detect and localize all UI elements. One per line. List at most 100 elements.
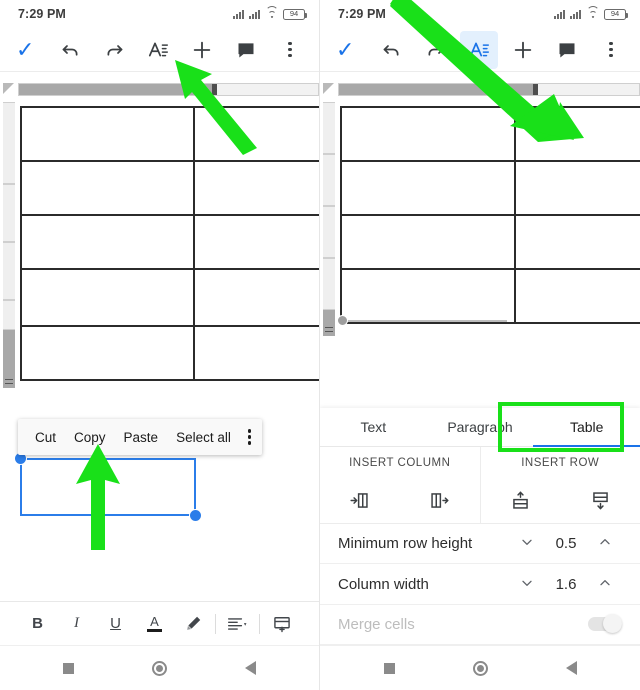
ruler-segment [3,300,15,330]
table-row[interactable] [340,162,640,214]
table-sheet[interactable] [18,98,319,518]
horizontal-ruler[interactable] [18,82,319,96]
comment-button[interactable] [548,31,586,69]
minimum-row-height-label: Minimum row height [338,535,473,553]
insert-column-left-icon [350,493,369,508]
tab-table[interactable]: Table [533,408,640,448]
context-menu-item-select-all[interactable]: Select all [167,430,240,445]
accept-button[interactable]: ✓ [16,36,51,62]
format-panel-tabs: Text Paragraph Table [320,408,640,448]
document-canvas[interactable]: Cut Copy Paste Select all [0,80,319,535]
table-row[interactable] [340,108,640,160]
context-menu-item-cut[interactable]: Cut [26,430,65,445]
ruler-marker[interactable] [532,83,538,95]
ruler-segment [323,258,335,310]
highlight-button[interactable] [174,604,213,644]
underline-button[interactable]: U [96,604,135,644]
android-nav-bar [320,645,640,690]
ruler-fill [339,83,537,95]
table-column-border [193,270,196,325]
underline-icon: U [110,615,121,632]
bold-button[interactable]: B [18,604,57,644]
context-menu[interactable]: Cut Copy Paste Select all [18,419,263,455]
vertical-ruler[interactable] [320,98,338,398]
document-body [0,98,319,518]
overflow-menu-button[interactable] [592,31,630,69]
selection-handle-end[interactable] [189,509,202,522]
redo-button[interactable] [416,31,454,69]
table-row[interactable] [20,270,319,325]
battery-level: 94 [610,9,620,19]
align-button[interactable] [218,604,257,644]
table-column-border [193,327,196,379]
add-button[interactable] [183,31,221,69]
toolbar-divider [259,613,260,634]
ruler-grip[interactable] [3,330,15,388]
chevron-up-icon [600,539,610,545]
insert-row-below-button[interactable] [560,490,640,511]
text-cursor-handle[interactable] [337,315,348,326]
insert-column-left-button[interactable] [320,490,400,511]
column-width-row: Column width 1.6 [320,564,640,605]
insert-row-above-icon [513,491,528,509]
ruler-segment [323,154,335,206]
add-button[interactable] [504,31,542,69]
ruler-marker[interactable] [211,83,217,95]
table-row-border [340,322,640,324]
text-color-button[interactable]: A [135,604,174,644]
tab-paragraph[interactable]: Paragraph [427,408,534,446]
undo-button[interactable] [372,31,410,69]
table-row[interactable] [20,216,319,268]
selected-table-cell[interactable] [20,458,196,516]
comment-button[interactable] [227,31,265,69]
table-column-border [340,162,342,214]
checkmark-icon: ✓ [16,36,35,62]
ruler-corner-icon [320,81,338,97]
status-time: 7:29 PM [338,7,386,21]
table-row[interactable] [20,327,319,379]
format-text-button[interactable] [460,30,498,69]
format-text-button[interactable] [139,31,177,69]
undo-button[interactable] [51,31,89,69]
document-table[interactable] [340,106,640,324]
back-triangle-icon[interactable] [245,661,256,675]
context-menu-item-paste[interactable]: Paste [115,430,168,445]
table-row[interactable] [20,108,319,160]
context-menu-item-copy[interactable]: Copy [65,430,115,445]
insert-column-right-button[interactable] [400,490,480,511]
right-screen: 7:29 PM 94 ✓ Text Paragraph Table INSERT… [320,0,640,690]
minimum-row-height-decrease-button[interactable] [510,534,544,553]
context-menu-overflow-icon[interactable] [247,429,252,445]
overflow-menu-button[interactable] [271,31,309,69]
recents-square-icon[interactable] [63,662,74,674]
home-circle-icon[interactable] [472,660,488,676]
table-column-border [193,108,196,160]
status-time: 7:29 PM [18,7,66,21]
column-width-increase-button[interactable] [588,575,622,594]
document-canvas[interactable] [320,80,640,415]
document-table[interactable] [20,106,319,381]
column-width-decrease-button[interactable] [510,575,544,594]
home-circle-icon[interactable] [152,660,167,676]
back-triangle-icon[interactable] [565,661,577,675]
table-sheet[interactable] [338,98,640,398]
redo-button[interactable] [95,31,133,69]
action-bar: ✓ [320,28,640,72]
tab-text[interactable]: Text [320,408,427,446]
italic-button[interactable]: I [57,604,96,644]
table-row[interactable] [20,162,319,214]
ruler-grip[interactable] [323,310,335,336]
recents-square-icon[interactable] [383,662,395,674]
table-column-border [340,216,342,268]
insert-row-above-button[interactable] [481,490,561,511]
table-row[interactable] [340,270,640,322]
horizontal-ruler[interactable] [338,82,640,96]
table-column-border [193,162,196,214]
format-text-icon [148,42,168,57]
insert-table-button[interactable] [262,604,301,644]
accept-button[interactable]: ✓ [336,38,372,61]
minimum-row-height-increase-button[interactable] [588,534,622,553]
table-row[interactable] [340,216,640,268]
merge-cells-label: Merge cells [338,615,415,633]
table-column-border [20,270,22,325]
